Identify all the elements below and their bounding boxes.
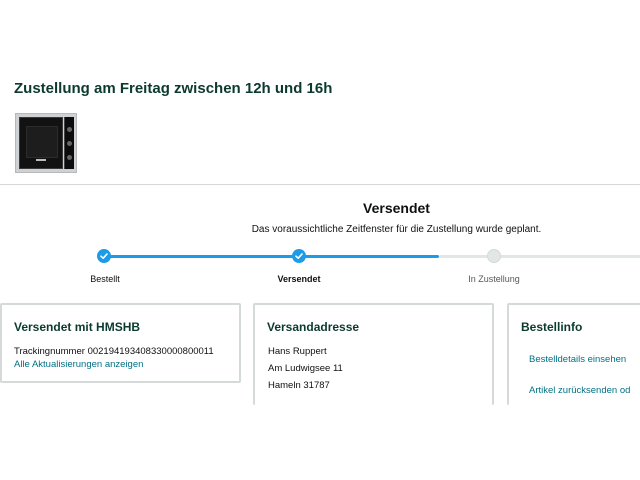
shipping-carrier-card: Versendet mit HMSHB Trackingnummer 00219… bbox=[0, 303, 241, 383]
order-info-title: Bestellinfo bbox=[521, 320, 583, 334]
delivery-window-title: Zustellung am Freitag zwischen 12h und 1… bbox=[14, 80, 333, 97]
step-shipped-check-icon bbox=[292, 249, 306, 263]
tracking-info: Trackingnummer 002194193408330000800011 bbox=[14, 346, 214, 357]
oven-logo bbox=[36, 159, 46, 161]
address-street: Am Ludwigsee 11 bbox=[268, 363, 343, 374]
progress-track-remaining bbox=[439, 255, 640, 258]
shipment-status-subtitle: Das voraussichtliche Zeitfenster für die… bbox=[251, 224, 542, 235]
address-title: Versandadresse bbox=[267, 320, 360, 334]
oven-window bbox=[26, 126, 58, 158]
progress-track-completed bbox=[104, 255, 439, 258]
all-updates-link[interactable]: Alle Aktualisierungen anzeigen bbox=[14, 359, 143, 370]
address-name: Hans Ruppert bbox=[268, 346, 327, 357]
return-items-link[interactable]: Artikel zurücksenden od bbox=[529, 385, 630, 396]
order-info-card: Bestellinfo Bestelldetails einsehen Arti… bbox=[507, 303, 640, 405]
oven-knob bbox=[67, 127, 72, 132]
tracking-label: Trackingnummer bbox=[14, 346, 85, 357]
section-divider bbox=[0, 184, 640, 185]
step-label-in-delivery: In Zustellung bbox=[468, 274, 520, 284]
step-label-shipped: Versendet bbox=[277, 274, 321, 284]
oven-door bbox=[19, 117, 63, 169]
order-details-link[interactable]: Bestelldetails einsehen bbox=[529, 354, 626, 365]
step-label-ordered: Bestellt bbox=[90, 274, 120, 284]
step-in-delivery-dot bbox=[487, 249, 501, 263]
address-city: Hameln 31787 bbox=[268, 380, 330, 391]
carrier-title: Versendet mit HMSHB bbox=[14, 320, 141, 334]
oven-knob bbox=[67, 141, 72, 146]
tracking-number: 002194193408330000800011 bbox=[87, 346, 214, 357]
shipment-status-title: Versendet bbox=[363, 200, 430, 216]
oven-product-image[interactable] bbox=[15, 113, 77, 173]
shipping-address-card: Versandadresse Hans Ruppert Am Ludwigsee… bbox=[253, 303, 494, 405]
step-ordered-check-icon bbox=[97, 249, 111, 263]
oven-control-panel bbox=[64, 117, 74, 169]
oven-knob bbox=[67, 155, 72, 160]
